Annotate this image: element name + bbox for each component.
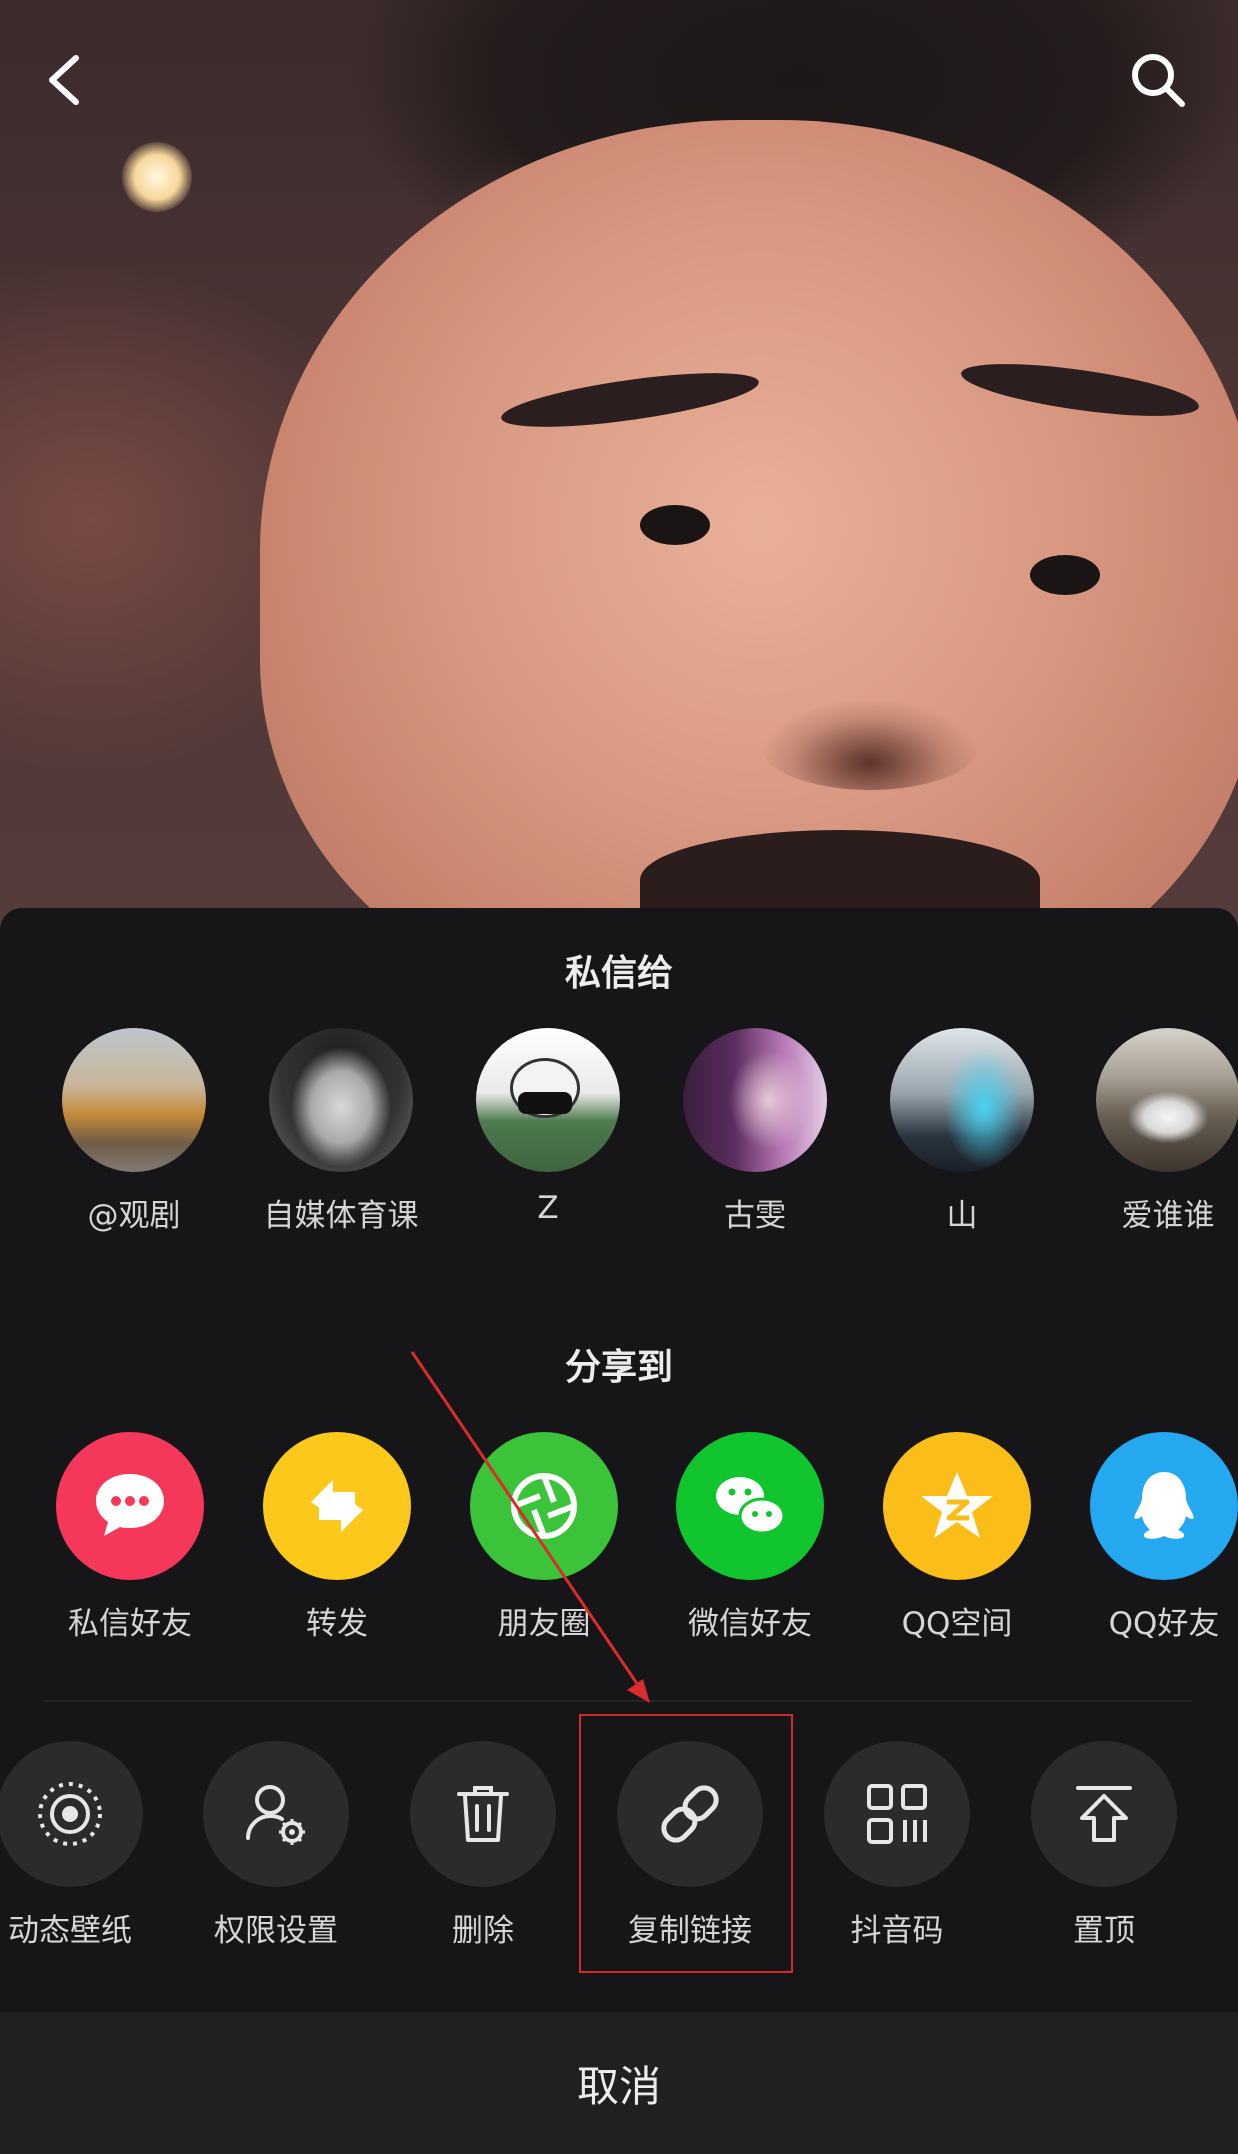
contact-item[interactable]: @观剧 [34, 1028, 234, 1235]
avatar [269, 1028, 413, 1172]
face-image [260, 120, 1238, 930]
avatar [890, 1028, 1034, 1172]
action-live-wallpaper[interactable]: 动态壁纸 [0, 1741, 170, 1950]
trash-icon [457, 1786, 509, 1842]
avatar [476, 1028, 620, 1172]
cancel-label: 取消 [576, 2061, 661, 2111]
action-pin-top[interactable]: 置顶 [1004, 1741, 1204, 1950]
share-target-qq-friend[interactable]: QQ好友 [1064, 1432, 1238, 1643]
search-button[interactable] [1118, 40, 1198, 120]
wechat-icon [716, 1477, 786, 1535]
chevron-left-icon [49, 55, 79, 105]
contact-item[interactable]: 古雯 [655, 1028, 855, 1235]
share-section-title: 分享到 [564, 1347, 673, 1388]
share-target-qzone[interactable]: QQ空间 [857, 1432, 1057, 1643]
dm-section-title: 私信给 [564, 953, 673, 994]
repost-icon [311, 1480, 363, 1532]
contact-item[interactable]: 山 [862, 1028, 1062, 1235]
video-frame [0, 0, 1238, 930]
action-douyin-code[interactable]: 抖音码 [797, 1741, 997, 1950]
qr-code-icon [867, 1784, 927, 1844]
user-settings-icon [246, 1785, 305, 1845]
share-target-moments[interactable]: 朋友圈 [444, 1432, 644, 1643]
action-permission-settings[interactable]: 权限设置 [176, 1741, 376, 1950]
contact-item[interactable]: Z [448, 1028, 648, 1226]
live-wallpaper-icon [38, 1782, 102, 1846]
share-target-dm-friend[interactable]: 私信好友 [30, 1432, 230, 1643]
avatar [683, 1028, 827, 1172]
contact-item[interactable]: 自媒体育课 [241, 1028, 441, 1235]
chat-bubble-icon [96, 1474, 164, 1536]
contact-item[interactable]: 爱谁谁 [1068, 1028, 1238, 1235]
cancel-button[interactable]: 取消 [0, 2012, 1238, 2154]
background-lamp [122, 142, 192, 212]
action-delete[interactable]: 删除 [383, 1741, 583, 1950]
qq-penguin-icon [1134, 1472, 1194, 1539]
avatar [1096, 1028, 1238, 1172]
qzone-star-icon [921, 1472, 993, 1538]
section-divider [44, 1700, 1192, 1702]
pin-top-icon [1076, 1786, 1132, 1842]
share-target-wechat[interactable]: 微信好友 [650, 1432, 850, 1643]
moments-shutter-icon [511, 1473, 577, 1539]
avatar [62, 1028, 206, 1172]
share-target-repost[interactable]: 转发 [237, 1432, 437, 1643]
copy-link-highlight-box [579, 1714, 793, 1973]
back-button[interactable] [26, 40, 106, 120]
search-icon [1132, 54, 1185, 107]
